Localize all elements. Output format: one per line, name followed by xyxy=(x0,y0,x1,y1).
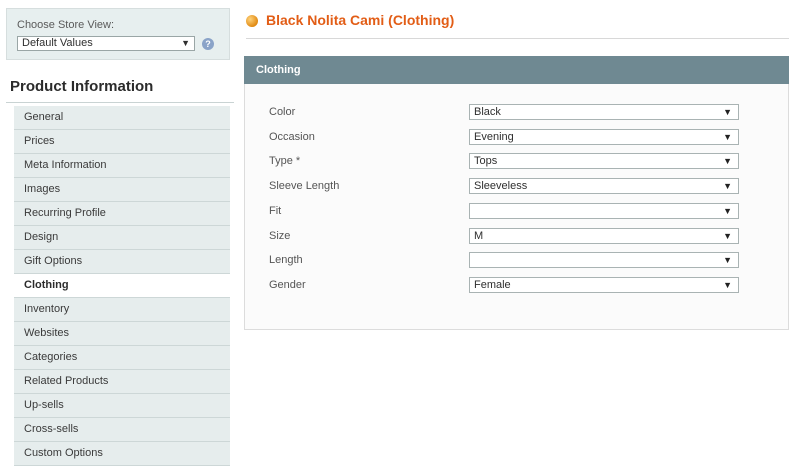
tab-clothing[interactable]: Clothing xyxy=(14,274,230,298)
page-header: Black Nolita Cami (Clothing) xyxy=(246,12,789,39)
chevron-down-icon: ▼ xyxy=(723,230,732,241)
chevron-down-icon: ▼ xyxy=(723,255,732,266)
field-label: Gender xyxy=(269,278,306,291)
field-value: Sleeveless xyxy=(474,180,528,193)
field-row: Color Black ▼ xyxy=(245,104,789,124)
tab-inventory[interactable]: Inventory xyxy=(14,298,230,322)
tab-prices[interactable]: Prices xyxy=(14,130,230,154)
field-row: Type * Tops ▼ xyxy=(245,153,789,173)
tab-cross-sells[interactable]: Cross-sells xyxy=(14,418,230,442)
field-label: Type * xyxy=(269,155,301,168)
help-icon[interactable]: ? xyxy=(202,38,214,50)
field-label: Size xyxy=(269,229,291,242)
field-label: Sleeve Length xyxy=(269,180,340,193)
sidebar: Choose Store View: Default Values ▼ ? Pr… xyxy=(6,0,234,466)
tab-websites[interactable]: Websites xyxy=(14,322,230,346)
tab-recurring-profile[interactable]: Recurring Profile xyxy=(14,202,230,226)
tab-custom-options[interactable]: Custom Options xyxy=(14,442,230,466)
field-select-length[interactable]: ▼ xyxy=(469,252,739,269)
tab-up-sells[interactable]: Up-sells xyxy=(14,394,230,418)
field-row: Gender Female ▼ xyxy=(245,276,789,297)
field-select-gender[interactable]: Female ▼ xyxy=(469,276,739,293)
chevron-down-icon: ▼ xyxy=(723,181,732,192)
field-label: Color xyxy=(269,106,296,118)
tab-categories[interactable]: Categories xyxy=(14,346,230,370)
field-row: Sleeve Length Sleeveless ▼ xyxy=(245,178,789,198)
store-view-value: Default Values xyxy=(22,37,93,49)
field-label: Occasion xyxy=(269,130,315,143)
fieldset-body: Color Black ▼ Occasion Evening ▼ Type * Tops ▼ Sl… xyxy=(244,84,789,330)
field-label: Fit xyxy=(269,204,282,217)
field-select-fit[interactable]: ▼ xyxy=(469,202,739,219)
field-select-type[interactable]: Tops ▼ xyxy=(469,153,739,170)
tab-meta-information[interactable]: Meta Information xyxy=(14,154,230,178)
tab-images[interactable]: Images xyxy=(14,178,230,202)
field-select-size[interactable]: M ▼ xyxy=(469,227,739,244)
field-row: Fit ▼ xyxy=(245,202,789,223)
field-select-sleeve-length[interactable]: Sleeveless ▼ xyxy=(469,178,739,195)
chevron-down-icon: ▼ xyxy=(723,279,732,290)
chevron-down-icon: ▼ xyxy=(723,131,732,142)
store-switcher: Choose Store View: Default Values ▼ ? xyxy=(6,8,230,60)
field-value: M xyxy=(474,229,484,242)
field-value: Black xyxy=(474,106,501,118)
product-icon xyxy=(246,15,258,27)
chevron-down-icon: ▼ xyxy=(723,156,732,167)
field-label: Length xyxy=(269,254,303,267)
tab-general[interactable]: General xyxy=(14,106,230,130)
product-tabs: General Prices Meta Information Images Recur… xyxy=(14,106,230,466)
store-view-label: Choose Store View: xyxy=(17,19,115,31)
tab-gift-options[interactable]: Gift Options xyxy=(14,250,230,274)
field-row: Occasion Evening ▼ xyxy=(245,128,789,149)
field-value: Female xyxy=(474,278,511,291)
product-information-heading: Product Information xyxy=(6,72,234,103)
page-title: Black Nolita Cami (Clothing) xyxy=(266,12,455,28)
field-value: Tops xyxy=(474,155,498,168)
field-row: Length ▼ xyxy=(245,252,789,272)
field-select-color[interactable]: Black ▼ xyxy=(469,104,739,120)
store-view-select[interactable]: Default Values ▼ xyxy=(17,36,195,51)
fieldset-header: Clothing xyxy=(244,56,789,84)
main-content: Black Nolita Cami (Clothing) Clothing Co… xyxy=(244,0,789,462)
field-value: Evening xyxy=(474,130,514,143)
field-select-occasion[interactable]: Evening ▼ xyxy=(469,128,739,145)
chevron-down-icon: ▼ xyxy=(723,107,732,117)
chevron-down-icon: ▼ xyxy=(723,205,732,216)
field-row: Size M ▼ xyxy=(245,227,789,248)
chevron-down-icon: ▼ xyxy=(181,38,190,48)
tab-design[interactable]: Design xyxy=(14,226,230,250)
tab-related-products[interactable]: Related Products xyxy=(14,370,230,394)
